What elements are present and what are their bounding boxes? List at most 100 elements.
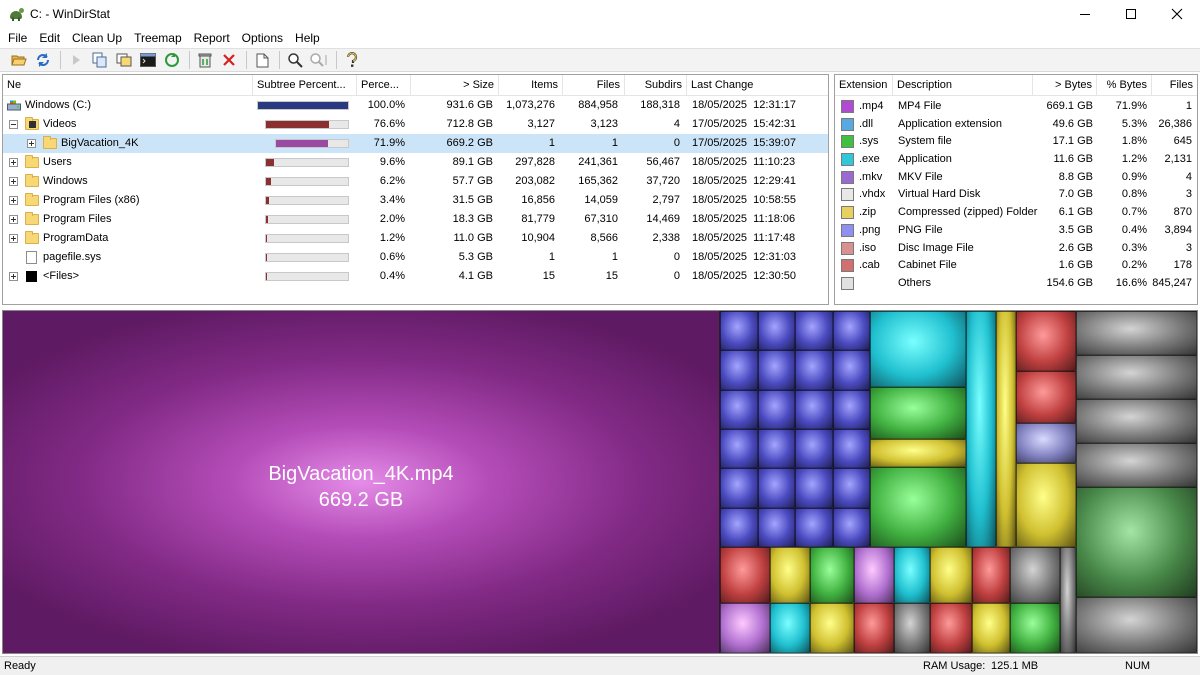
treemap-block[interactable] <box>832 468 870 508</box>
treemap-block-bigvacation[interactable]: BigVacation_4K.mp4 669.2 GB <box>3 311 719 653</box>
column-header-description[interactable]: Description <box>893 75 1033 96</box>
column-header-files[interactable]: Files <box>563 75 625 96</box>
treemap-block[interactable] <box>757 429 795 469</box>
treemap-block[interactable] <box>854 547 894 603</box>
tree-row[interactable]: pagefile.sys 0.6% 5.3 GB 1 1 0 18/05/2025 12:3… <box>3 248 828 267</box>
tree-expander-icon[interactable] <box>27 139 36 148</box>
treemap-block[interactable] <box>966 311 996 547</box>
treemap-block[interactable] <box>720 350 758 390</box>
tree-expander-icon[interactable] <box>9 215 18 224</box>
treemap-block[interactable] <box>1016 463 1076 547</box>
open-button[interactable] <box>8 50 30 70</box>
menu-edit[interactable]: Edit <box>33 28 66 48</box>
close-button[interactable] <box>1154 0 1200 28</box>
extension-row[interactable]: .sys System file 17.1 GB 1.8% 645 <box>835 132 1197 150</box>
treemap-block[interactable] <box>1076 597 1197 653</box>
zoom-in-button[interactable] <box>284 50 306 70</box>
treemap-block[interactable] <box>930 603 972 653</box>
treemap-block[interactable] <box>795 350 833 390</box>
extension-row[interactable]: .mkv MKV File 8.8 GB 0.9% 4 <box>835 168 1197 186</box>
column-header-subdirs[interactable]: Subdirs <box>625 75 687 96</box>
title-bar[interactable]: C: - WinDirStat <box>0 0 1200 28</box>
refresh-selected-button[interactable] <box>161 50 183 70</box>
treemap-block[interactable] <box>795 507 833 547</box>
tree-row[interactable]: ProgramData 1.2% 11.0 GB 10,904 8,566 2,338 18… <box>3 229 828 248</box>
menu-file[interactable]: File <box>0 28 33 48</box>
treemap-block[interactable] <box>894 547 930 603</box>
treemap-block[interactable] <box>720 603 770 653</box>
treemap-block[interactable] <box>1076 443 1197 487</box>
treemap-block[interactable] <box>894 603 930 653</box>
treemap-block[interactable] <box>1010 547 1060 603</box>
tree-row[interactable]: <Files> 0.4% 4.1 GB 15 15 0 18/05/2025 12:30:5… <box>3 267 828 286</box>
extension-row[interactable]: .dll Application extension 49.6 GB 5.3% 26,3… <box>835 115 1197 133</box>
tree-row[interactable]: Users 9.6% 89.1 GB 297,828 241,361 56,467 18/0… <box>3 153 828 172</box>
treemap-block[interactable] <box>1076 355 1197 399</box>
tree-expander-icon[interactable] <box>9 120 18 129</box>
treemap-block[interactable] <box>870 311 966 387</box>
treemap-block[interactable] <box>972 547 1010 603</box>
treemap-block[interactable] <box>795 468 833 508</box>
extension-row[interactable]: .vhdx Virtual Hard Disk 7.0 GB 0.8% 3 <box>835 185 1197 203</box>
treemap-view[interactable]: BigVacation_4K.mp4 669.2 GB <box>2 310 1198 654</box>
treemap-block[interactable] <box>832 507 870 547</box>
tree-row[interactable]: BigVacation_4K 71.9% 669.2 GB 1 1 0 17/05/2025… <box>3 134 828 153</box>
treemap-block[interactable] <box>757 350 795 390</box>
column-header-percent[interactable]: Perce... <box>357 75 411 96</box>
treemap-block[interactable] <box>770 603 810 653</box>
treemap-block[interactable] <box>720 311 758 351</box>
zoom-out-button[interactable] <box>308 50 330 70</box>
column-header-extension[interactable]: Extension <box>835 75 893 96</box>
menu-options[interactable]: Options <box>236 28 289 48</box>
properties-button[interactable] <box>251 50 273 70</box>
recycle-bin-button[interactable] <box>194 50 216 70</box>
play-button[interactable] <box>65 50 87 70</box>
treemap-block[interactable] <box>1016 311 1076 371</box>
column-header-subtree-percent[interactable]: Subtree Percent... <box>253 75 357 96</box>
tree-expander-icon[interactable] <box>9 177 18 186</box>
treemap-block[interactable] <box>832 311 870 351</box>
treemap-block[interactable] <box>996 311 1016 547</box>
treemap-block[interactable] <box>832 429 870 469</box>
menu-help[interactable]: Help <box>289 28 326 48</box>
maximize-button[interactable] <box>1108 0 1154 28</box>
treemap-block[interactable] <box>720 429 758 469</box>
open-explorer-button[interactable] <box>113 50 135 70</box>
treemap-block[interactable] <box>795 429 833 469</box>
extension-row[interactable]: Others 154.6 GB 16.6% 845,247 <box>835 274 1197 292</box>
column-header-ext-files[interactable]: Files <box>1152 75 1197 96</box>
treemap-block[interactable] <box>832 350 870 390</box>
treemap-block[interactable] <box>757 468 795 508</box>
column-header-items[interactable]: Items <box>499 75 563 96</box>
tree-row[interactable]: Program Files 2.0% 18.3 GB 81,779 67,310 14,4… <box>3 210 828 229</box>
treemap-block[interactable] <box>1076 399 1197 443</box>
treemap-block[interactable] <box>930 547 972 603</box>
treemap-block[interactable] <box>810 547 854 603</box>
extension-row[interactable]: .iso Disc Image File 2.6 GB 0.3% 3 <box>835 239 1197 257</box>
treemap-block[interactable] <box>770 547 810 603</box>
extension-row[interactable]: .png PNG File 3.5 GB 0.4% 3,894 <box>835 221 1197 239</box>
tree-expander-icon[interactable] <box>9 234 18 243</box>
treemap-block[interactable] <box>1060 547 1076 653</box>
treemap-block[interactable] <box>1076 311 1197 355</box>
extension-row[interactable]: .zip Compressed (zipped) Folder 6.1 GB 0.7%… <box>835 203 1197 221</box>
treemap-block[interactable] <box>1010 603 1060 653</box>
menu-treemap[interactable]: Treemap <box>128 28 188 48</box>
column-header-size[interactable]: > Size <box>411 75 499 96</box>
treemap-block[interactable] <box>757 507 795 547</box>
column-header-percent-bytes[interactable]: % Bytes <box>1097 75 1152 96</box>
treemap-block[interactable] <box>1016 371 1076 423</box>
delete-button[interactable] <box>218 50 240 70</box>
treemap-block[interactable] <box>720 507 758 547</box>
extension-row[interactable]: .exe Application 11.6 GB 1.2% 2,131 <box>835 150 1197 168</box>
treemap-block[interactable] <box>810 603 854 653</box>
treemap-block[interactable] <box>720 468 758 508</box>
treemap-block[interactable] <box>870 467 966 547</box>
minimize-button[interactable] <box>1062 0 1108 28</box>
menu-report[interactable]: Report <box>188 28 236 48</box>
treemap-block[interactable] <box>832 389 870 429</box>
column-header-last-change[interactable]: Last Change <box>687 75 828 96</box>
directory-tree-panel[interactable]: Ne Subtree Percent... Perce... > Size It… <box>2 74 829 305</box>
treemap-block[interactable] <box>1016 423 1076 463</box>
tree-row[interactable]: Windows 6.2% 57.7 GB 203,082 165,362 37,720 18… <box>3 172 828 191</box>
